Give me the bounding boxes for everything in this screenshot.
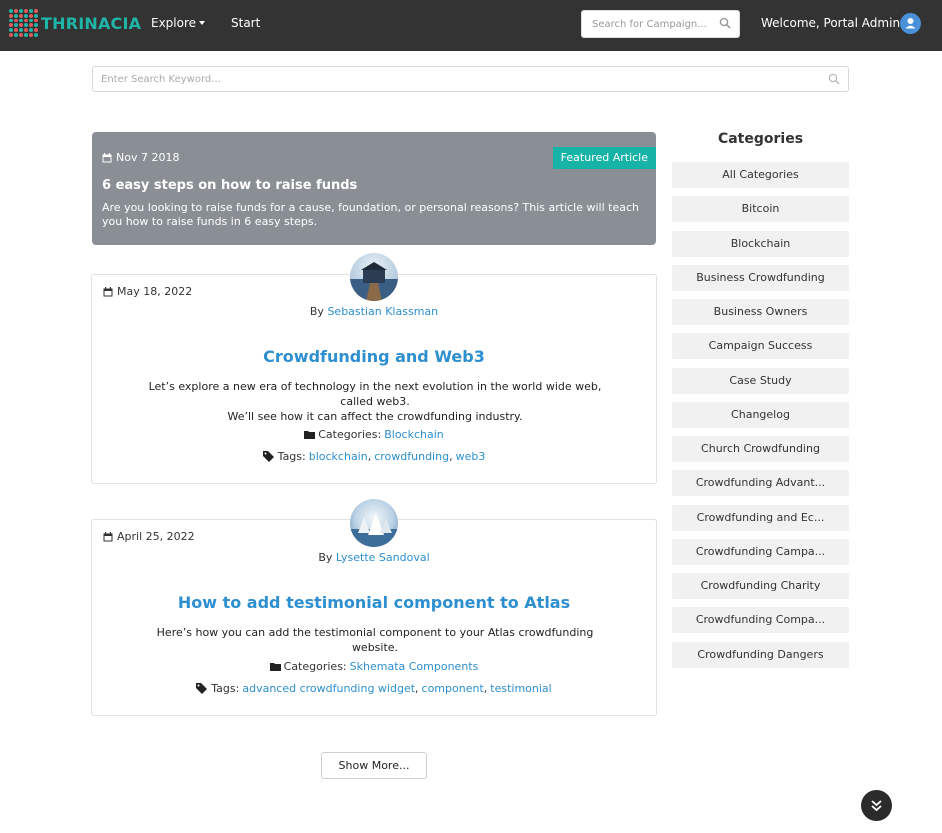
- tag-link[interactable]: web3: [456, 450, 486, 463]
- article-categories: Categories: Blockchain: [92, 428, 656, 441]
- article-description: Here’s how you can add the testimonial c…: [132, 625, 618, 655]
- category-item[interactable]: Crowdfunding Advant...: [672, 470, 849, 497]
- user-icon: [905, 18, 916, 29]
- category-item[interactable]: Crowdfunding Dangers: [672, 641, 849, 668]
- category-item[interactable]: Business Crowdfunding: [672, 264, 849, 291]
- article-description: Let’s explore a new era of technology in…: [132, 379, 618, 424]
- categories-heading: Categories: [717, 131, 804, 147]
- tags-icon: [196, 683, 208, 694]
- campaign-search-box: [581, 10, 740, 38]
- nav-explore[interactable]: Explore: [151, 16, 196, 30]
- author-link[interactable]: Lysette Sandoval: [336, 551, 430, 564]
- tags-label: Tags:: [277, 450, 306, 463]
- calendar-icon: [102, 152, 112, 162]
- article-card: April 25, 2022 By Lysette Sandoval How t…: [91, 519, 657, 716]
- article-tags: Tags: blockchain, crowdfunding, web3: [92, 450, 656, 463]
- author-avatar[interactable]: [350, 253, 398, 301]
- category-link[interactable]: Blockchain: [384, 428, 444, 441]
- show-more-button[interactable]: Show More...: [321, 752, 427, 779]
- tags-icon: [262, 451, 274, 462]
- article-date-text: April 25, 2022: [117, 530, 195, 543]
- search-icon[interactable]: [828, 73, 840, 85]
- scroll-down-button[interactable]: [861, 790, 892, 821]
- article-date-text: May 18, 2022: [117, 285, 193, 298]
- calendar-icon: [103, 531, 113, 541]
- article-title[interactable]: Crowdfunding and Web3: [92, 347, 656, 366]
- featured-title[interactable]: 6 easy steps on how to raise funds: [102, 178, 357, 193]
- featured-article-card[interactable]: Nov 7 2018 Featured Article 6 easy steps…: [92, 132, 656, 245]
- category-item[interactable]: Crowdfunding Charity: [672, 573, 849, 599]
- tags-label: Tags:: [211, 682, 240, 695]
- by-label: By: [309, 305, 324, 318]
- category-item[interactable]: Crowdfunding and Ec...: [672, 504, 849, 531]
- author-photo: [350, 513, 398, 547]
- campaign-search-input[interactable]: [582, 11, 717, 37]
- tag-link[interactable]: crowdfunding: [374, 450, 449, 463]
- categories-label: Categories:: [318, 428, 382, 441]
- featured-date: Nov 7 2018: [102, 151, 179, 164]
- categories-label: Categories:: [283, 660, 347, 673]
- article-description-line: We’ll see how it can affect the crowdfun…: [227, 410, 523, 423]
- article-description-line: Let’s explore a new era of technology in…: [148, 380, 602, 408]
- chevron-double-down-icon: [871, 800, 882, 812]
- article-date: May 18, 2022: [103, 285, 192, 298]
- category-item[interactable]: Case Study: [672, 367, 849, 394]
- folder-icon: [269, 663, 281, 671]
- tag-link[interactable]: blockchain: [309, 450, 368, 463]
- article-author-line: By Sebastian Klassman: [92, 305, 656, 318]
- logo-dots-icon: [9, 9, 38, 37]
- category-item[interactable]: All Categories: [672, 162, 849, 188]
- by-label: By: [318, 551, 333, 564]
- author-avatar[interactable]: [350, 499, 398, 547]
- category-item[interactable]: Business Owners: [672, 299, 849, 325]
- tag-link[interactable]: component: [422, 682, 484, 695]
- category-link[interactable]: Skhemata Components: [350, 660, 479, 673]
- caret-down-icon[interactable]: [199, 21, 205, 25]
- article-date: April 25, 2022: [103, 530, 195, 543]
- author-link[interactable]: Sebastian Klassman: [327, 305, 438, 318]
- category-item[interactable]: Bitcoin: [672, 196, 849, 223]
- article-tags: Tags: advanced crowdfunding widget, comp…: [92, 682, 656, 695]
- featured-badge: Featured Article: [552, 147, 656, 169]
- keyword-search-box: [92, 66, 849, 92]
- top-navbar: THRINACIA Explore Start Welcome, Portal …: [0, 0, 942, 51]
- article-card: May 18, 2022 By Sebastian Klassman Crowd…: [91, 274, 657, 484]
- welcome-text: Welcome, Portal Admin!: [761, 16, 905, 30]
- author-photo: [350, 262, 398, 301]
- category-item[interactable]: Campaign Success: [672, 333, 849, 360]
- logo-text: THRINACIA: [41, 13, 142, 33]
- category-item[interactable]: Changelog: [672, 401, 849, 428]
- featured-description: Are you looking to raise funds for a cau…: [102, 201, 640, 228]
- category-item[interactable]: Church Crowdfunding: [672, 436, 849, 462]
- featured-date-text: Nov 7 2018: [116, 151, 180, 164]
- article-author-line: By Lysette Sandoval: [92, 551, 656, 564]
- category-item[interactable]: Crowdfunding Compa...: [672, 607, 849, 634]
- article-description-line: Here’s how you can add the testimonial c…: [156, 626, 594, 654]
- nav-start[interactable]: Start: [231, 16, 260, 30]
- tag-link[interactable]: advanced crowdfunding widget: [242, 682, 415, 695]
- article-title[interactable]: How to add testimonial component to Atla…: [92, 593, 656, 612]
- keyword-search-input[interactable]: [93, 67, 813, 91]
- search-icon[interactable]: [719, 17, 731, 29]
- thrinacia-logo[interactable]: THRINACIA: [9, 9, 141, 37]
- calendar-icon: [103, 286, 113, 296]
- category-item[interactable]: Blockchain: [672, 230, 849, 257]
- folder-icon: [304, 431, 316, 439]
- categories-list: All Categories Bitcoin Blockchain Busine…: [672, 162, 849, 676]
- tag-link[interactable]: testimonial: [490, 682, 551, 695]
- article-categories: Categories: Skhemata Components: [92, 660, 656, 673]
- category-item[interactable]: Crowdfunding Campa...: [672, 538, 849, 565]
- user-avatar-button[interactable]: [900, 13, 921, 34]
